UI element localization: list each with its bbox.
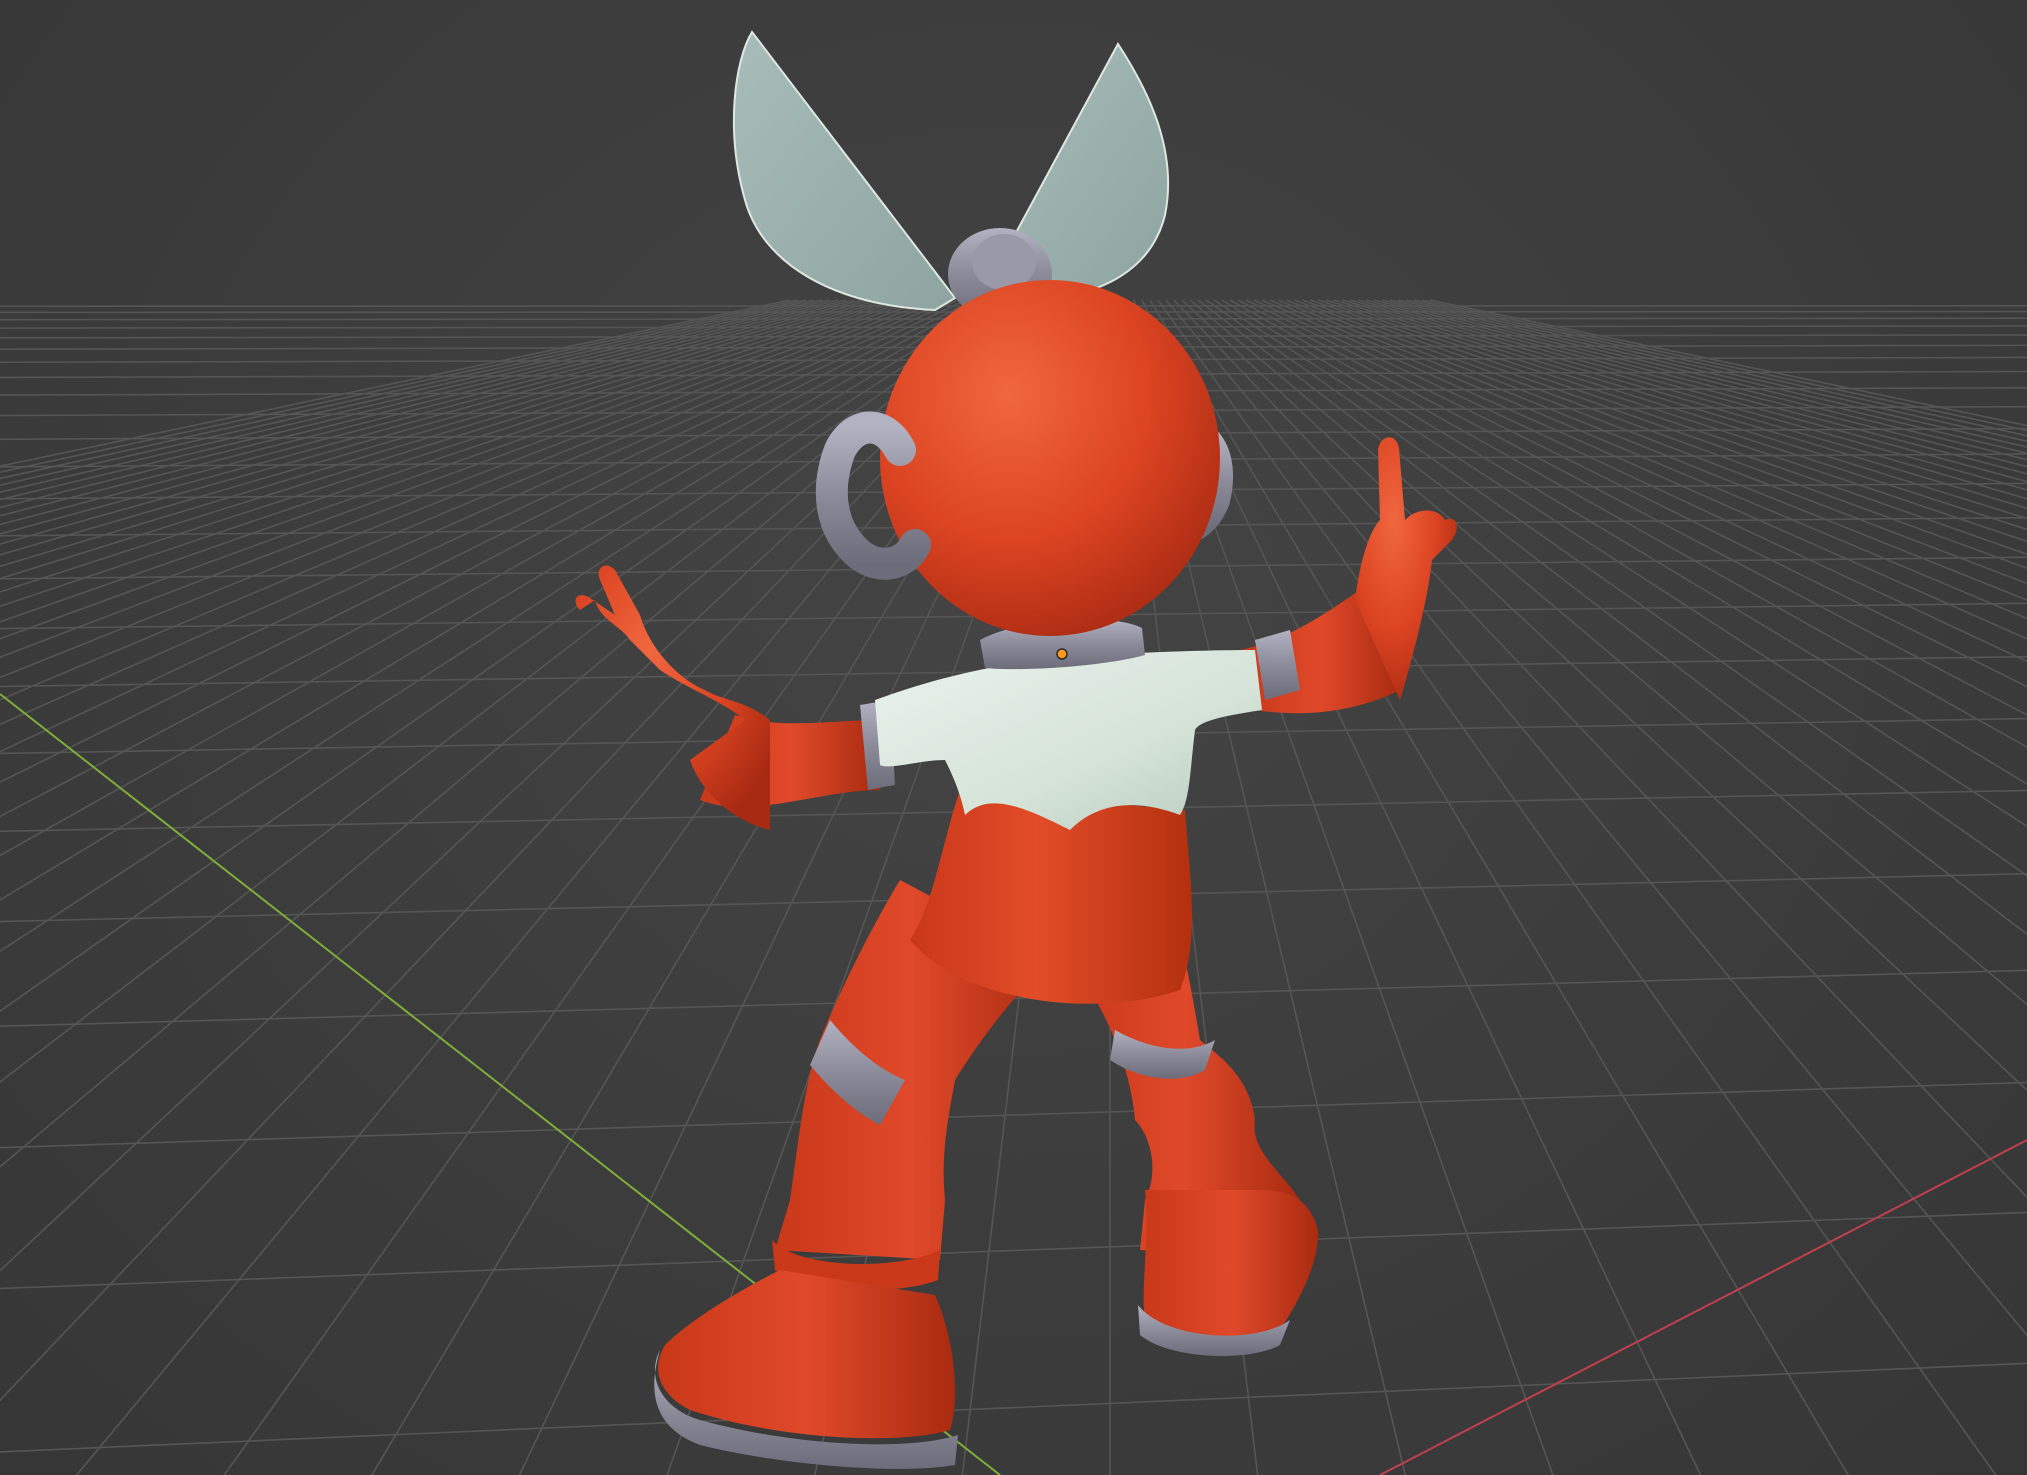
grid-column-line [1229,299,2027,749]
torso [910,790,1192,1004]
grid-column-line [1421,299,2027,432]
grid-column-line [0,299,791,468]
grid-column-line [0,299,807,480]
character-model[interactable] [575,30,1457,1469]
origin-marker [1056,648,1068,660]
grid-column-line [0,299,815,486]
grid-row-line [0,1362,2027,1453]
shirt [875,650,1262,830]
grid-column-line [1213,299,2027,828]
viewport-scene [0,30,2027,1475]
grid-column-line [1197,299,2027,936]
grid-row-line [0,1211,2027,1290]
grid-column-line [1261,299,2027,640]
grid-column-line [1429,299,2027,427]
grid-column-line [1181,299,2027,1092]
propeller-blade-left [733,30,957,312]
grid-column-line [0,299,799,474]
grid-column-line [1381,299,2027,461]
propeller-cap [972,234,1036,290]
grid-column-line [1189,299,2027,1006]
3d-viewport[interactable] [0,0,2027,1475]
x-axis-line [1379,1139,2027,1475]
grid-column-line [1397,299,2027,448]
left-hand [575,565,770,830]
head [880,280,1220,636]
left-boot [658,1270,955,1439]
right-boot [1143,1190,1319,1343]
grid-column-line [0,299,839,509]
